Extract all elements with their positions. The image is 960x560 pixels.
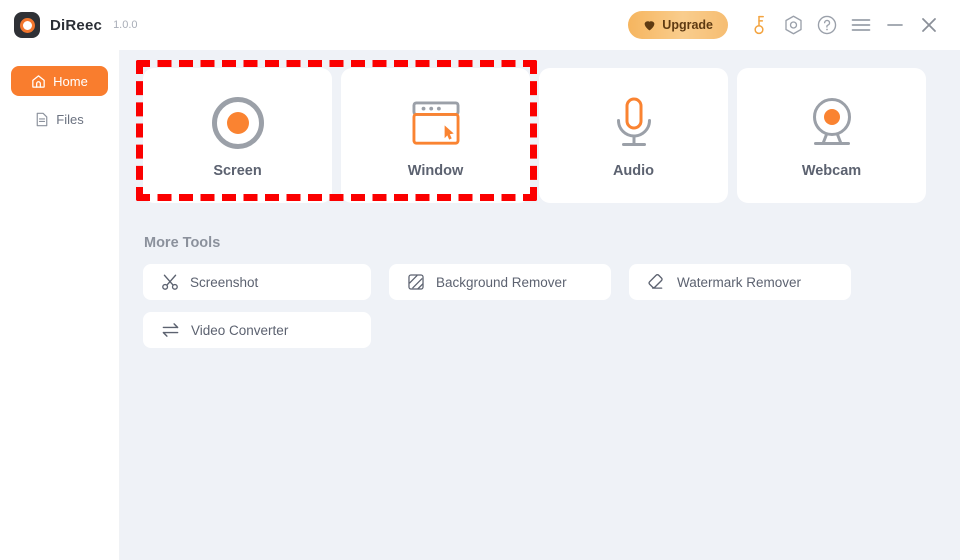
upgrade-button-label: Upgrade xyxy=(662,18,713,32)
app-title: DiReec xyxy=(50,16,103,34)
key-icon[interactable] xyxy=(742,8,776,42)
scissors-icon xyxy=(161,273,179,291)
tool-button-background-remover-label: Background Remover xyxy=(436,274,567,290)
sidebar-item-files-label: Files xyxy=(56,111,84,127)
webcam-icon xyxy=(806,92,858,154)
capture-card-audio[interactable]: Audio xyxy=(539,68,728,203)
title-bar: DiReec 1.0.0 Upgrade xyxy=(0,0,960,50)
tool-button-watermark-remover-label: Watermark Remover xyxy=(677,274,802,290)
more-tools-row-2: Video Converter xyxy=(143,312,944,348)
sidebar-item-home[interactable]: Home xyxy=(11,66,108,96)
sidebar-item-files[interactable]: Files xyxy=(11,104,108,134)
capture-card-webcam[interactable]: Webcam xyxy=(737,68,926,203)
eraser-icon xyxy=(647,273,666,291)
help-circle-icon[interactable] xyxy=(810,8,844,42)
heart-icon xyxy=(643,19,656,31)
more-tools-row-1: Screenshot Background Remover Watermark … xyxy=(143,264,944,300)
minimize-icon[interactable] xyxy=(878,8,912,42)
upgrade-button[interactable]: Upgrade xyxy=(628,11,728,39)
hexagon-settings-icon[interactable] xyxy=(776,8,810,42)
tool-button-watermark-remover[interactable]: Watermark Remover xyxy=(629,264,851,300)
swap-arrows-icon xyxy=(161,321,180,339)
title-bar-controls: Upgrade xyxy=(628,8,946,42)
capture-card-window[interactable]: Window xyxy=(341,68,530,203)
home-icon xyxy=(31,74,46,89)
app-version: 1.0.0 xyxy=(113,19,138,31)
tool-button-screenshot[interactable]: Screenshot xyxy=(143,264,371,300)
capture-card-audio-label: Audio xyxy=(612,163,655,179)
tool-button-video-converter[interactable]: Video Converter xyxy=(143,312,371,348)
sidebar-item-home-label: Home xyxy=(53,73,88,89)
capture-card-webcam-label: Webcam xyxy=(801,163,862,179)
record-circle-icon xyxy=(211,92,264,154)
sidebar: Home Files xyxy=(0,50,120,560)
close-icon[interactable] xyxy=(912,8,946,42)
app-brand: DiReec 1.0.0 xyxy=(14,12,138,38)
record-ring-shape xyxy=(211,97,264,149)
capture-mode-cards: Screen Window Audio Webcam xyxy=(143,68,944,203)
hatched-square-icon xyxy=(407,273,425,291)
window-cursor-icon xyxy=(411,92,461,154)
file-icon xyxy=(35,112,49,127)
capture-card-screen-label: Screen xyxy=(213,163,262,179)
tool-button-video-converter-label: Video Converter xyxy=(191,322,289,338)
record-logo-icon xyxy=(14,12,40,38)
app-window: DiReec 1.0.0 Upgrade Home Files Screen W… xyxy=(0,0,960,560)
tool-button-background-remover[interactable]: Background Remover xyxy=(389,264,611,300)
app-body: Home Files Screen Window Audio Webcam Mo… xyxy=(0,50,960,560)
record-dot-shape xyxy=(226,112,249,134)
hamburger-menu-icon[interactable] xyxy=(844,8,878,42)
capture-card-screen[interactable]: Screen xyxy=(143,68,332,203)
more-tools-title: More Tools xyxy=(144,235,221,251)
microphone-icon xyxy=(610,92,658,154)
main-content: Screen Window Audio Webcam More Tools Sc… xyxy=(120,50,960,560)
logo-ring-shape xyxy=(19,17,35,33)
tool-button-screenshot-label: Screenshot xyxy=(190,274,259,290)
capture-card-window-label: Window xyxy=(407,163,464,179)
